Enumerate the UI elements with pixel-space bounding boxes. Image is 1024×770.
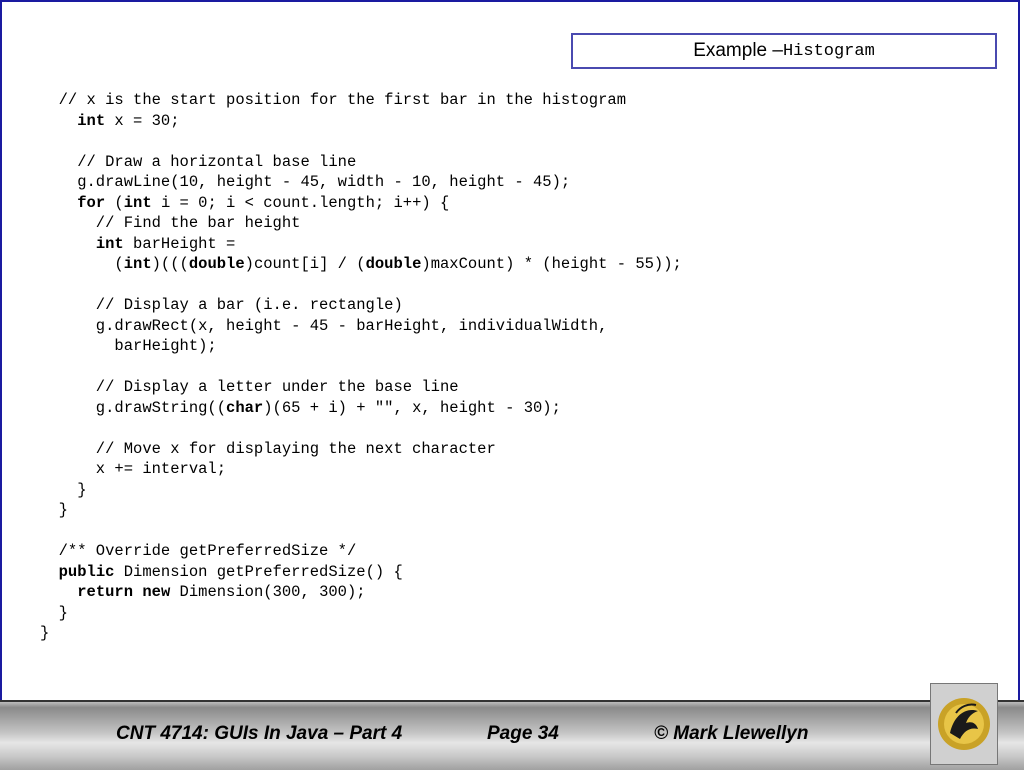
- logo: [930, 683, 998, 765]
- code-line: return new Dimension(300, 300);: [77, 583, 366, 601]
- slide-title-prefix: Example –: [693, 40, 783, 61]
- code-line: x += interval;: [40, 460, 227, 478]
- code-line: (int)(((double)count[i] / (double)maxCou…: [40, 255, 682, 273]
- code-line: /** Override getPreferredSize */: [40, 542, 357, 560]
- code-line: // Find the bar height: [40, 214, 301, 232]
- code-line: // x is the start position for the first…: [40, 91, 626, 109]
- slide-title: Example – Histogram: [571, 33, 997, 69]
- footer-course: CNT 4714: GUIs In Java – Part 4: [116, 723, 403, 744]
- code-line: // Display a bar (i.e. rectangle): [40, 296, 403, 314]
- code-line: int barHeight =: [95, 234, 236, 253]
- code-line: }: [40, 501, 68, 519]
- code-line: g.drawLine(10, height - 45, width - 10, …: [40, 173, 571, 191]
- code-line: int x = 30;: [77, 111, 180, 130]
- code-line: g.drawString((char)(65 + i) + "", x, hei…: [40, 398, 561, 417]
- code-listing: // x is the start position for the first…: [40, 90, 682, 644]
- code-line: barHeight);: [40, 337, 217, 355]
- code-line: // Display a letter under the base line: [40, 378, 459, 396]
- code-line: // Draw a horizontal base line: [40, 152, 357, 171]
- code-line: }: [40, 480, 87, 499]
- pegasus-logo-icon: [938, 698, 990, 750]
- footer-author: © Mark Llewellyn: [654, 723, 809, 744]
- slide-title-code: Histogram: [782, 41, 875, 61]
- code-line: }: [40, 624, 50, 642]
- code-line: }: [40, 603, 68, 622]
- code-line: g.drawRect(x, height - 45 - barHeight, i…: [40, 316, 608, 335]
- code-line: // Move x for displaying the next charac…: [40, 439, 496, 458]
- footer-page: Page 34: [487, 723, 559, 744]
- code-line: public Dimension getPreferredSize() {: [58, 562, 403, 581]
- code-line: for (int i = 0; i < count.length; i++) {: [77, 193, 450, 212]
